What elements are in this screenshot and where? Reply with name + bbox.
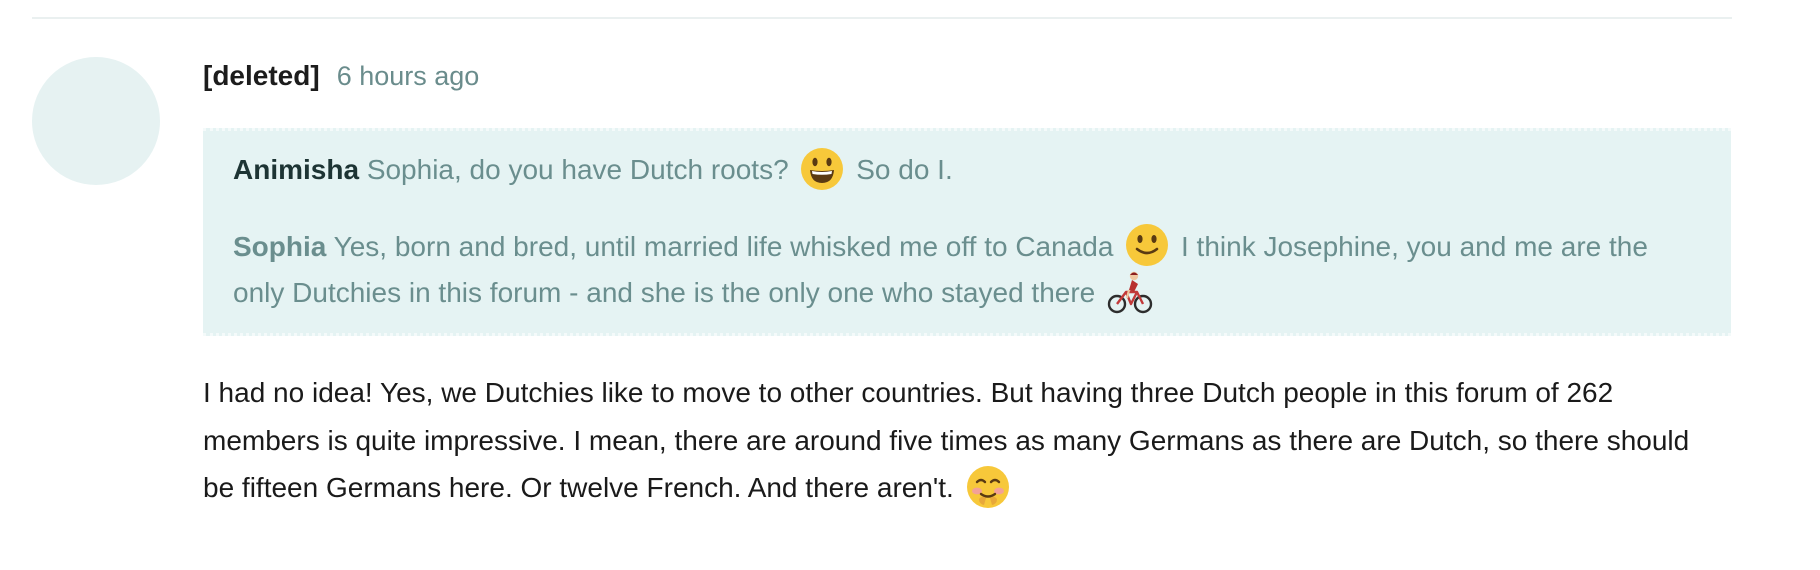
- comment-meta: [deleted] 6 hours ago: [203, 60, 479, 92]
- grinning-face-icon: [800, 147, 844, 191]
- comment-timestamp[interactable]: 6 hours ago: [337, 61, 480, 91]
- quote-line-animisha: Animisha Sophia, do you have Dutch roots…: [233, 147, 1701, 194]
- quote-text: So do I.: [856, 154, 953, 185]
- quote-author: Animisha: [233, 154, 360, 185]
- avatar[interactable]: [32, 57, 160, 185]
- quote-line-sophia: Sophia Yes, born and bred, until married…: [233, 224, 1701, 317]
- quote-text: Yes, born and bred, until married life w…: [333, 230, 1114, 262]
- comment-author[interactable]: [deleted]: [203, 60, 320, 91]
- comment-body: I had no idea! Yes, we Dutchies like to …: [203, 369, 1723, 512]
- top-divider: [32, 17, 1732, 19]
- quote-block: Animisha Sophia, do you have Dutch roots…: [203, 128, 1731, 336]
- person-biking-icon: [1107, 270, 1153, 314]
- quote-author: Sophia: [233, 230, 327, 262]
- slightly-smiling-face-icon: [1125, 223, 1169, 267]
- comment-body-text: I had no idea! Yes, we Dutchies like to …: [203, 377, 1690, 503]
- quote-text: Sophia, do you have Dutch roots?: [366, 154, 789, 185]
- smiling-face-with-blush-icon: [966, 465, 1010, 509]
